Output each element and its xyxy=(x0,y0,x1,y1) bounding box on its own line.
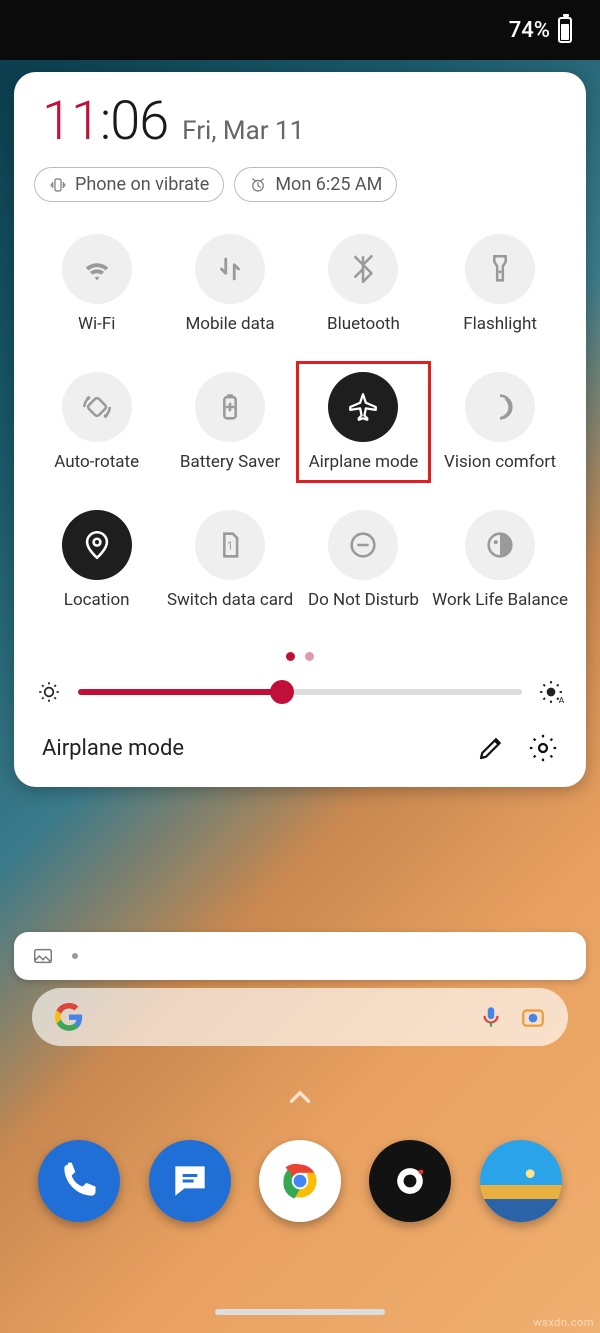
messages-icon xyxy=(168,1159,212,1203)
mobile-data-icon xyxy=(195,234,265,304)
tile-switch-sim[interactable]: 1 Switch data card xyxy=(163,500,296,620)
phone-icon xyxy=(57,1159,101,1203)
tile-label: Do Not Disturb xyxy=(308,590,419,610)
status-bar: 74% xyxy=(0,0,600,60)
battery-saver-icon xyxy=(195,372,265,442)
clock-sep: : xyxy=(100,90,110,153)
vibrate-icon xyxy=(49,176,67,194)
tile-vision[interactable]: Vision comfort xyxy=(430,362,570,482)
chip-vibrate[interactable]: Phone on vibrate xyxy=(34,167,224,202)
notification-bar[interactable] xyxy=(14,932,586,980)
footer-status-text: Airplane mode xyxy=(42,736,454,761)
app-chrome[interactable] xyxy=(259,1140,341,1222)
clock-row: 11:06 Fri, Mar 11 xyxy=(24,90,576,157)
chrome-icon xyxy=(278,1159,322,1203)
tile-label: Work Life Balance xyxy=(432,590,568,610)
google-search-bar[interactable] xyxy=(32,988,568,1046)
dnd-icon xyxy=(328,510,398,580)
google-logo-icon xyxy=(54,1002,84,1032)
qs-footer: Airplane mode xyxy=(24,727,576,771)
clock-minutes: 06 xyxy=(110,90,168,153)
tile-location[interactable]: Location xyxy=(30,500,163,620)
battery-percent-label: 74% xyxy=(509,18,550,43)
bluetooth-icon xyxy=(328,234,398,304)
switch-sim-icon: 1 xyxy=(195,510,265,580)
tile-mobile-data[interactable]: Mobile data xyxy=(163,224,296,344)
tile-battery-saver[interactable]: Battery Saver xyxy=(163,362,296,482)
brightness-low-icon xyxy=(36,679,62,705)
tile-airplane[interactable]: Airplane mode xyxy=(297,362,430,482)
tile-label: Wi-Fi xyxy=(78,314,115,334)
quick-settings-panel: 11:06 Fri, Mar 11 Phone on vibrate Mon 6… xyxy=(14,72,586,787)
lens-camera-icon[interactable] xyxy=(520,1004,546,1030)
chip-alarm[interactable]: Mon 6:25 AM xyxy=(234,167,397,202)
tile-bluetooth[interactable]: Bluetooth xyxy=(297,224,430,344)
app-drawer-caret[interactable] xyxy=(283,1080,317,1118)
tile-wifi[interactable]: Wi-Fi xyxy=(30,224,163,344)
chevron-up-icon xyxy=(283,1080,317,1114)
alarm-clock-icon xyxy=(249,176,267,194)
home-dock xyxy=(0,1120,600,1242)
tile-label: Battery Saver xyxy=(180,452,280,472)
tile-label: Auto-rotate xyxy=(54,452,139,472)
brightness-thumb[interactable] xyxy=(270,680,294,704)
tile-label: Airplane mode xyxy=(309,452,419,472)
tile-label: Switch data card xyxy=(167,590,293,610)
page-indicator xyxy=(24,630,576,669)
brightness-fill xyxy=(78,689,282,695)
notification-dot xyxy=(72,953,78,959)
tile-dnd[interactable]: Do Not Disturb xyxy=(297,500,430,620)
image-icon xyxy=(32,945,54,967)
tile-label: Mobile data xyxy=(185,314,274,334)
edit-icon[interactable] xyxy=(476,733,506,763)
gear-icon[interactable] xyxy=(528,733,558,763)
tile-label: Flashlight xyxy=(463,314,537,334)
clock[interactable]: 11:06 xyxy=(42,90,168,153)
chip-vibrate-label: Phone on vibrate xyxy=(75,174,209,195)
vision-icon xyxy=(465,372,535,442)
airplane-icon xyxy=(328,372,398,442)
app-phone[interactable] xyxy=(38,1140,120,1222)
mic-icon[interactable] xyxy=(478,1004,504,1030)
app-camera[interactable] xyxy=(369,1140,451,1222)
svg-text:A: A xyxy=(559,696,564,705)
flashlight-icon xyxy=(465,234,535,304)
tile-flashlight[interactable]: Flashlight xyxy=(430,224,570,344)
wifi-icon xyxy=(62,234,132,304)
tile-auto-rotate[interactable]: Auto-rotate xyxy=(30,362,163,482)
tile-label: Bluetooth xyxy=(327,314,400,334)
tile-label: Location xyxy=(64,590,130,610)
gesture-nav-bar[interactable] xyxy=(215,1309,385,1315)
brightness-slider[interactable] xyxy=(78,679,522,705)
page-dot-2 xyxy=(305,652,314,661)
brightness-row: A xyxy=(24,669,576,727)
brightness-auto-icon[interactable]: A xyxy=(538,679,564,705)
tile-label: Vision comfort xyxy=(444,452,556,472)
chip-alarm-label: Mon 6:25 AM xyxy=(275,174,382,195)
location-icon xyxy=(62,510,132,580)
svg-text:1: 1 xyxy=(227,538,233,552)
app-messages[interactable] xyxy=(149,1140,231,1222)
watermark: wsxdn.com xyxy=(533,1316,594,1329)
date-label[interactable]: Fri, Mar 11 xyxy=(182,116,304,146)
tile-work-life[interactable]: Work Life Balance xyxy=(430,500,570,620)
work-life-icon xyxy=(465,510,535,580)
battery-icon xyxy=(558,17,572,43)
clock-hours: 11 xyxy=(42,90,100,153)
page-dot-1 xyxy=(286,652,295,661)
app-gallery[interactable] xyxy=(480,1140,562,1222)
camera-icon xyxy=(388,1159,432,1203)
gallery-icon xyxy=(499,1159,543,1203)
auto-rotate-icon xyxy=(62,372,132,442)
